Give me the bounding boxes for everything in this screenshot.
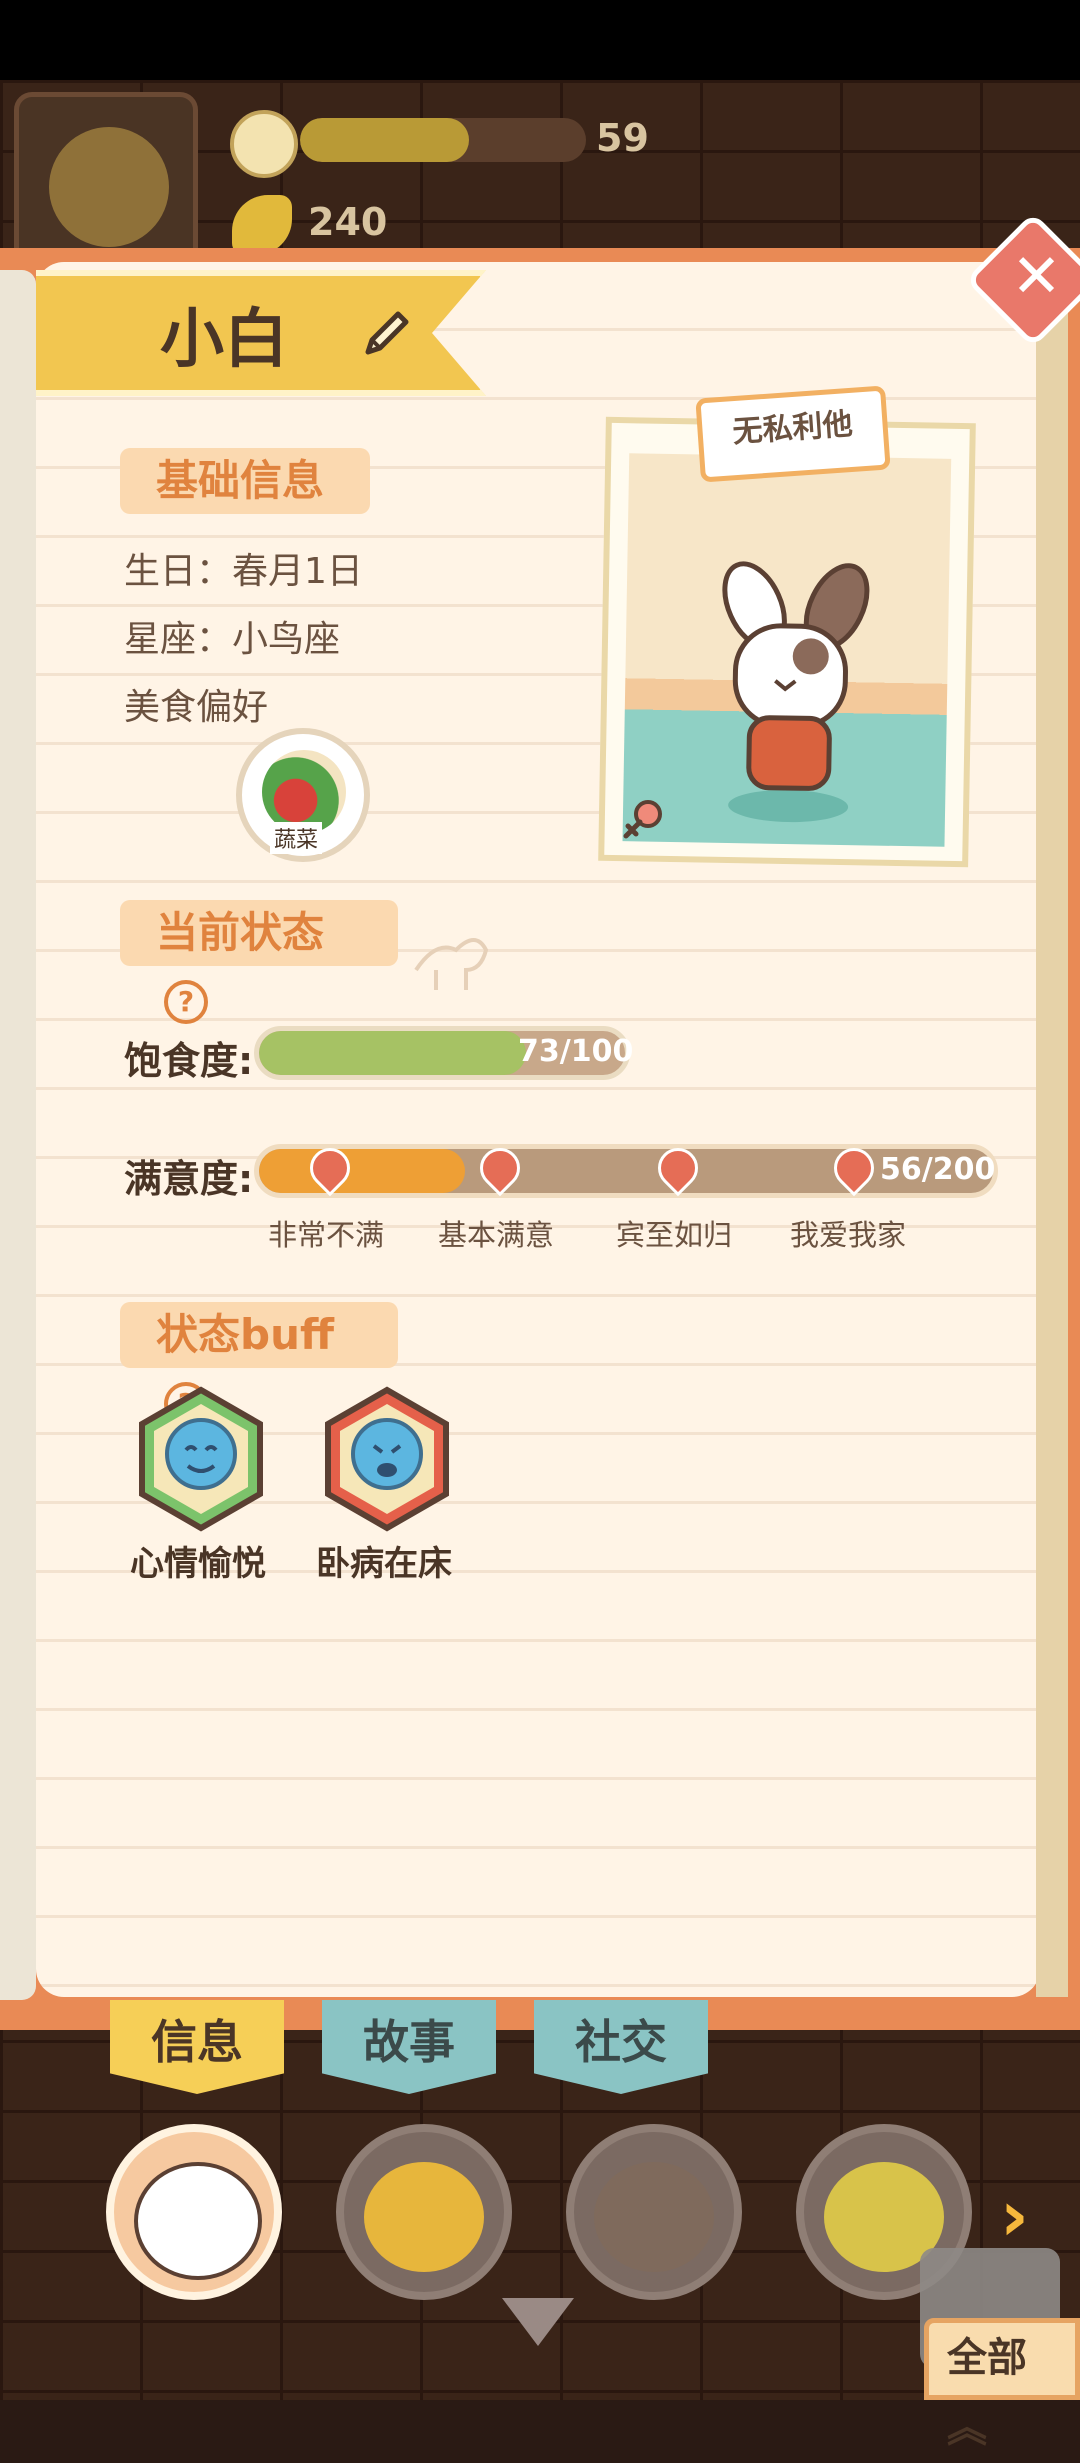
all-filter-button[interactable]: 全部 ︽ — [924, 2318, 1080, 2451]
pet-select-bunny[interactable] — [106, 2124, 282, 2300]
food-preference-text: 蔬菜 — [270, 822, 323, 854]
bunny-character-icon — [722, 561, 870, 823]
panel-page-edge — [0, 270, 36, 2000]
food-pref-label: 美食偏好 — [124, 687, 269, 728]
status-help-icon[interactable]: ? — [164, 979, 208, 1024]
constellation-text: 星座：小鸟座 — [124, 619, 341, 660]
portrait-scene — [622, 453, 952, 847]
sick-in-bed-buff-icon[interactable] — [322, 1386, 452, 1532]
dog-face-icon — [364, 2162, 484, 2272]
flower-value: 59 — [596, 116, 649, 160]
pet-name: 小白 — [160, 303, 288, 377]
buff-header: 状态buff? — [120, 1302, 398, 1426]
buff-label-happy: 心情愉悦 — [130, 1544, 266, 1584]
pet-select-raccoon[interactable] — [566, 2124, 742, 2300]
flower-icon — [230, 110, 298, 178]
current-status-title: 当前状态 — [156, 908, 325, 957]
hunger-label: 饱食度: — [124, 1039, 254, 1083]
level-label-3: 宾至如归 — [616, 1218, 733, 1252]
level-label-1: 非常不满 — [268, 1218, 385, 1252]
chevron-right-icon[interactable]: › — [1000, 2181, 1048, 2251]
panel-binding-edge — [1036, 300, 1068, 1997]
pet-select-dog[interactable] — [336, 2124, 512, 2300]
pet-face-icon — [49, 127, 169, 247]
satisfaction-value: 56/200 — [880, 1152, 996, 1187]
current-status-header: 当前状态? — [120, 900, 398, 1024]
female-gender-icon — [623, 800, 662, 839]
close-icon: ✕ — [1011, 241, 1062, 312]
all-filter-label: 全部 — [947, 2335, 1027, 2381]
happy-mood-buff-icon[interactable] — [136, 1386, 266, 1532]
level-label-2: 基本满意 — [438, 1218, 555, 1252]
food-preference-badge[interactable]: 蔬菜 — [236, 728, 370, 862]
buff-label-sick: 卧病在床 — [316, 1544, 452, 1584]
status-bar — [0, 0, 1080, 80]
collapse-down-icon[interactable] — [502, 2298, 574, 2346]
dog-doodle-icon — [414, 938, 489, 990]
satisfaction-label: 满意度: — [124, 1157, 254, 1201]
raccoon-face-icon — [594, 2162, 714, 2272]
chevron-up-icon: ︽ — [947, 2405, 987, 2451]
hunger-value: 73/100 — [518, 1034, 634, 1069]
flower-progress-bar — [300, 118, 586, 162]
level-label-4: 我爱我家 — [790, 1218, 907, 1252]
bunny-face-icon — [134, 2162, 262, 2280]
trait-tag: 无私利他 — [695, 385, 891, 483]
edit-name-icon[interactable] — [360, 306, 414, 360]
basic-info-header: 基础信息 — [120, 448, 370, 514]
buff-title: 状态buff — [156, 1310, 334, 1359]
banana-value: 240 — [308, 200, 388, 244]
birthday-text: 生日：春月1日 — [124, 551, 363, 592]
